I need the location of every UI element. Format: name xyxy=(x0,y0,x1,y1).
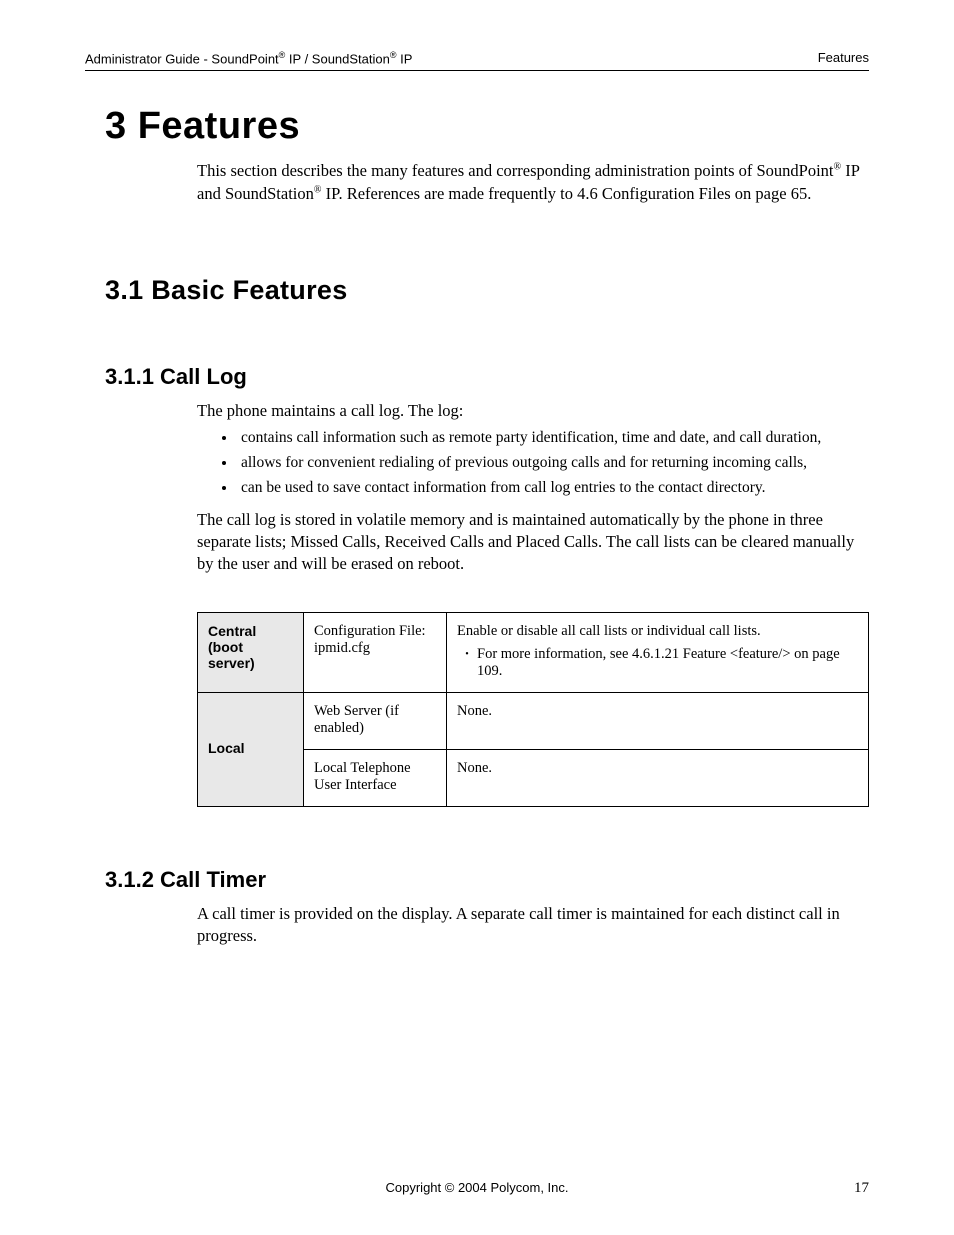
header-right: Features xyxy=(818,50,869,66)
config-table: Central (boot server) Configuration File… xyxy=(197,612,869,807)
page-number: 17 xyxy=(854,1180,869,1197)
subsection-heading: 3.1.2 Call Timer xyxy=(105,867,869,893)
copyright-text: Copyright © 2004 Polycom, Inc. xyxy=(386,1180,569,1195)
subsection-heading: 3.1.1 Call Log xyxy=(105,364,869,390)
desc-main: Enable or disable all call lists or indi… xyxy=(457,623,858,640)
desc-sub-bullet: • For more information, see 4.6.1.21 Fea… xyxy=(457,646,858,680)
table-row: Central (boot server) Configuration File… xyxy=(198,612,869,692)
bullet-list: contains call information such as remote… xyxy=(237,428,861,499)
intro-text: This section describes the many features… xyxy=(197,161,834,180)
row-label-central: Central (boot server) xyxy=(198,612,304,692)
lead-sentence: The phone maintains a call log. The log: xyxy=(197,400,861,422)
intro-text: IP. References are made frequently to 4.… xyxy=(322,184,812,203)
header-text: IP xyxy=(397,51,413,66)
list-item: can be used to save contact information … xyxy=(237,478,861,499)
subsection-body: The phone maintains a call log. The log:… xyxy=(197,400,861,576)
chapter-heading: 3 Features xyxy=(105,105,869,148)
section-heading: 3.1 Basic Features xyxy=(105,275,869,306)
bullet-icon: • xyxy=(457,646,477,680)
paragraph: The call log is stored in volatile memor… xyxy=(197,509,861,576)
header-text: Administrator Guide - SoundPoint xyxy=(85,51,279,66)
config-description: None. xyxy=(447,749,869,806)
list-item: allows for convenient redialing of previ… xyxy=(237,453,861,474)
config-description: Enable or disable all call lists or indi… xyxy=(447,612,869,692)
table-row: Local Web Server (if enabled) None. xyxy=(198,692,869,749)
header-left: Administrator Guide - SoundPoint ® IP / S… xyxy=(85,50,412,66)
subsection-body: A call timer is provided on the display.… xyxy=(197,903,861,948)
desc-sub-text: For more information, see 4.6.1.21 Featu… xyxy=(477,646,858,680)
document-page: Administrator Guide - SoundPoint ® IP / S… xyxy=(0,0,954,1235)
config-source: Local Telephone User Interface xyxy=(304,749,447,806)
registered-mark: ® xyxy=(314,184,322,195)
list-item: contains call information such as remote… xyxy=(237,428,861,449)
config-description: None. xyxy=(447,692,869,749)
header-text: IP / SoundStation xyxy=(285,51,390,66)
page-footer: Copyright © 2004 Polycom, Inc. 17 xyxy=(85,1180,869,1195)
config-source: Configuration File: ipmid.cfg xyxy=(304,612,447,692)
page-header: Administrator Guide - SoundPoint ® IP / S… xyxy=(85,50,869,71)
registered-mark: ® xyxy=(834,162,842,173)
row-label-local: Local xyxy=(198,692,304,806)
registered-mark: ® xyxy=(390,50,397,60)
chapter-intro: This section describes the many features… xyxy=(197,160,861,205)
config-source: Web Server (if enabled) xyxy=(304,692,447,749)
